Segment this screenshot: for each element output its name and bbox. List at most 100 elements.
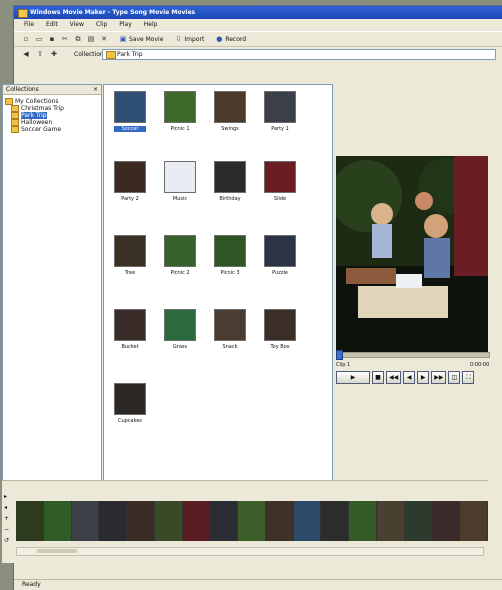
storyboard-frame[interactable]: [182, 501, 211, 541]
clip-image: [214, 309, 246, 341]
forward-button[interactable]: ▶▶: [431, 370, 447, 384]
collection-item[interactable]: Soccer Game: [5, 126, 99, 133]
clip-caption: Swings: [221, 126, 239, 132]
paste-icon[interactable]: ▤: [87, 35, 95, 43]
storyboard-frame[interactable]: [432, 501, 461, 541]
up-folder-icon[interactable]: ⇧: [36, 50, 44, 58]
storyboard-frame[interactable]: [43, 501, 72, 541]
seek-handle[interactable]: [336, 350, 343, 360]
clip-image: [164, 161, 196, 193]
menu-view[interactable]: View: [70, 19, 84, 30]
menu-help[interactable]: Help: [144, 19, 158, 30]
storyboard-frame[interactable]: [210, 501, 239, 541]
collection-item[interactable]: Halloween: [5, 119, 99, 126]
clip-thumbnail[interactable]: Picnic 3: [214, 235, 246, 276]
collection-dropdown[interactable]: Park Trip: [102, 49, 496, 60]
storyboard-tool-1[interactable]: ▸: [4, 493, 14, 500]
play-button[interactable]: ▶: [336, 370, 370, 384]
storyboard-tools: ▸ ◂ + − ↺: [4, 493, 14, 544]
clip-image: [264, 161, 296, 193]
new-collection-icon[interactable]: ✚: [50, 50, 58, 58]
storyboard-frame[interactable]: [154, 501, 183, 541]
storyboard-frame[interactable]: [349, 501, 377, 541]
storyboard-frame[interactable]: [127, 501, 155, 541]
zoom-in-icon[interactable]: +: [4, 515, 14, 522]
clip-thumbnail[interactable]: Party 1: [264, 91, 296, 132]
storyboard-tool-2[interactable]: ◂: [4, 504, 14, 511]
full-screen-button[interactable]: ⛶: [462, 370, 475, 384]
clip-thumbnail[interactable]: Snack: [214, 309, 246, 350]
storyboard-frame[interactable]: [265, 501, 294, 541]
collection-item[interactable]: Park Trip: [5, 112, 99, 119]
storyboard-frame[interactable]: [71, 501, 100, 541]
clip-caption: Soccer: [114, 126, 146, 132]
collection-item[interactable]: My Collections: [5, 98, 99, 105]
import-button[interactable]: ⇩ Import: [174, 35, 204, 43]
collections-pane: Collections × My Collections Christmas Tr…: [2, 84, 102, 482]
clip-thumbnail[interactable]: Slide: [264, 161, 296, 202]
clip-caption: Tree: [124, 270, 136, 276]
storyboard-frame[interactable]: [404, 501, 433, 541]
next-frame-button[interactable]: ▶: [417, 370, 430, 384]
menu-play[interactable]: Play: [119, 19, 132, 30]
folder-icon: [5, 98, 13, 105]
save-movie-button[interactable]: ▣ Save Movie: [119, 35, 164, 43]
folder-icon: [11, 112, 19, 119]
clip-caption: Music: [172, 196, 188, 202]
clip-thumbnail[interactable]: Tree: [114, 235, 146, 276]
collection-item-label: My Collections: [15, 98, 59, 105]
clip-thumbnail[interactable]: Toy Box: [264, 309, 296, 350]
clip-thumbnail[interactable]: Puzzle: [264, 235, 296, 276]
save-project-icon[interactable]: ▪: [48, 35, 56, 43]
clip-caption: Birthday: [219, 196, 241, 202]
clip-caption: Picnic 2: [170, 270, 190, 276]
zoom-out-icon[interactable]: −: [4, 526, 14, 533]
rewind-timeline-icon[interactable]: ↺: [4, 537, 14, 544]
menu-edit[interactable]: Edit: [46, 19, 58, 30]
clip-thumbnail[interactable]: Picnic 2: [164, 235, 196, 276]
previous-frame-button[interactable]: ◀: [403, 370, 416, 384]
collection-item[interactable]: Christmas Trip: [5, 105, 99, 112]
toolbar: ▫ ▭ ▪ ✂ ⧉ ▤ ✕ ▣ Save Movie ⇩ Import ● Re…: [14, 31, 502, 47]
preview-seek-bar[interactable]: [336, 350, 490, 360]
clip-thumbnail[interactable]: Music: [164, 161, 196, 202]
title-bar[interactable]: Windows Movie Maker - Type Song Movie Mo…: [14, 6, 502, 19]
clip-thumbnail[interactable]: Bucket: [114, 309, 146, 350]
clip-thumbnail[interactable]: Birthday: [214, 161, 246, 202]
menu-clip[interactable]: Clip: [96, 19, 107, 30]
clip-caption: Toy Box: [270, 344, 290, 350]
status-text: Ready: [22, 581, 41, 588]
storyboard-frame[interactable]: [293, 501, 322, 541]
split-clip-button[interactable]: ◫: [448, 370, 461, 384]
storyboard-frame[interactable]: [16, 501, 44, 541]
copy-icon[interactable]: ⧉: [74, 35, 82, 43]
scrollbar-thumb[interactable]: [37, 549, 77, 553]
record-button[interactable]: ● Record: [215, 35, 246, 43]
storyboard-frame[interactable]: [460, 501, 489, 541]
clip-caption: Puzzle: [272, 270, 288, 276]
clip-thumbnail[interactable]: Party 2: [114, 161, 146, 202]
stop-button[interactable]: ■: [372, 370, 384, 384]
clips-pane: Soccer Picnic 1 Swings Party 1 Party 2 Music B…: [103, 84, 333, 482]
storyboard-strip[interactable]: [16, 501, 489, 541]
menu-file[interactable]: File: [24, 19, 34, 30]
storyboard-frame[interactable]: [238, 501, 266, 541]
delete-icon[interactable]: ✕: [100, 35, 108, 43]
back-icon[interactable]: ◀: [22, 50, 30, 58]
clip-thumbnail[interactable]: Swings: [214, 91, 246, 132]
clip-thumbnail[interactable]: Cupcakes: [114, 383, 146, 424]
new-project-icon[interactable]: ▫: [22, 35, 30, 43]
close-icon[interactable]: ×: [93, 85, 98, 94]
storyboard-frame[interactable]: [99, 501, 128, 541]
storyboard-frame[interactable]: [321, 501, 350, 541]
preview-time: 0:00:00: [470, 362, 490, 368]
rewind-button[interactable]: ◀◀: [386, 370, 402, 384]
clip-thumbnail[interactable]: Picnic 1: [164, 91, 196, 132]
clip-image: [114, 309, 146, 341]
storyboard-frame[interactable]: [376, 501, 405, 541]
open-project-icon[interactable]: ▭: [35, 35, 43, 43]
clip-thumbnail[interactable]: Soccer: [114, 91, 146, 132]
cut-icon[interactable]: ✂: [61, 35, 69, 43]
clip-thumbnail[interactable]: Grass: [164, 309, 196, 350]
storyboard-scrollbar[interactable]: [16, 547, 484, 556]
